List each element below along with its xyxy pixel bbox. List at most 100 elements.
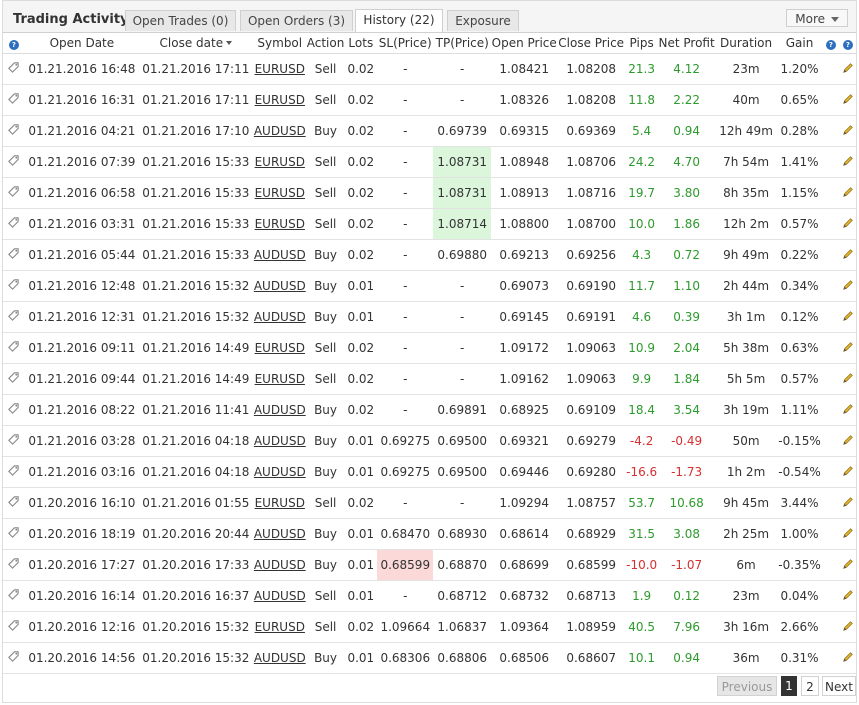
tag-icon[interactable] [7, 526, 20, 539]
previous-page-button[interactable]: Previous [717, 676, 777, 696]
col-close-price[interactable]: Close Price [557, 32, 626, 54]
cell-symbol[interactable]: AUDUSD [252, 549, 307, 581]
tag-icon[interactable] [7, 650, 20, 663]
col-tp-price[interactable]: TP(Price) [433, 32, 492, 54]
tag-icon[interactable] [7, 340, 20, 353]
tag-icon[interactable] [7, 309, 20, 322]
cell-symbol[interactable]: EURUSD [252, 84, 307, 116]
table-row[interactable]: 01.21.2016 03:31 01.21.2016 15:33 EURUSD Se… [3, 208, 856, 240]
cell-symbol[interactable]: EURUSD [252, 611, 307, 643]
edit-pencil-icon[interactable] [842, 62, 854, 74]
tag-icon[interactable] [7, 588, 20, 601]
table-row[interactable]: 01.21.2016 12:31 01.21.2016 15:32 AUDUSD Bu… [3, 301, 856, 333]
col-action[interactable]: Action [306, 32, 345, 54]
tag-icon[interactable] [7, 495, 20, 508]
edit-pencil-icon[interactable] [842, 558, 854, 570]
tab-exposure[interactable]: Exposure [447, 10, 519, 31]
tab-open-trades[interactable]: Open Trades (0) [125, 10, 236, 31]
table-row[interactable]: 01.21.2016 09:11 01.21.2016 14:49 EURUSD Se… [3, 332, 856, 364]
col-net-profit[interactable]: Net Profit [658, 32, 716, 54]
cell-symbol[interactable]: AUDUSD [252, 642, 307, 674]
col-sl-price[interactable]: SL(Price) [377, 32, 434, 54]
table-row[interactable]: 01.21.2016 07:39 01.21.2016 15:33 EURUSD Se… [3, 146, 856, 178]
next-page-button[interactable]: Next [822, 676, 856, 696]
tag-icon[interactable] [7, 185, 20, 198]
cell-symbol[interactable]: EURUSD [252, 146, 307, 178]
tag-icon[interactable] [7, 619, 20, 632]
tag-icon[interactable] [7, 433, 20, 446]
edit-pencil-icon[interactable] [842, 527, 854, 539]
tag-icon[interactable] [7, 216, 20, 229]
cell-symbol[interactable]: AUDUSD [252, 518, 307, 550]
tag-icon[interactable] [7, 123, 20, 136]
tag-icon[interactable] [7, 557, 20, 570]
cell-symbol[interactable]: AUDUSD [252, 239, 307, 271]
cell-symbol[interactable]: EURUSD [252, 177, 307, 209]
tag-icon[interactable] [7, 61, 20, 74]
more-dropdown[interactable]: More [786, 9, 848, 27]
tag-icon[interactable] [7, 278, 20, 291]
tab-history[interactable]: History (22) [355, 9, 443, 32]
help-icon[interactable]: ? [842, 39, 853, 50]
tab-open-orders[interactable]: Open Orders (3) [240, 10, 353, 31]
tag-icon[interactable] [7, 247, 20, 260]
tag-icon[interactable] [7, 371, 20, 384]
cell-symbol[interactable]: EURUSD [252, 332, 307, 364]
table-row[interactable]: 01.21.2016 16:31 01.21.2016 17:11 EURUSD Se… [3, 84, 856, 116]
help-icon[interactable]: ? [825, 39, 836, 50]
col-gain[interactable]: Gain [777, 32, 822, 54]
table-row[interactable]: 01.20.2016 16:14 01.20.2016 16:37 AUDUSD Se… [3, 580, 856, 612]
table-row[interactable]: 01.21.2016 03:28 01.21.2016 04:18 AUDUSD Bu… [3, 425, 856, 457]
table-row[interactable]: 01.21.2016 08:22 01.21.2016 11:41 AUDUSD Bu… [3, 394, 856, 426]
edit-pencil-icon[interactable] [842, 93, 854, 105]
cell-symbol[interactable]: AUDUSD [252, 270, 307, 302]
cell-symbol[interactable]: AUDUSD [252, 301, 307, 333]
tag-icon[interactable] [7, 402, 20, 415]
col-open-price[interactable]: Open Price [491, 32, 558, 54]
help-icon[interactable]: ? [8, 39, 19, 50]
table-row[interactable]: 01.20.2016 16:10 01.21.2016 01:55 EURUSD Se… [3, 487, 856, 519]
cell-symbol[interactable]: EURUSD [252, 487, 307, 519]
table-row[interactable]: 01.21.2016 03:16 01.21.2016 04:18 AUDUSD Bu… [3, 456, 856, 488]
edit-pencil-icon[interactable] [842, 186, 854, 198]
col-lots[interactable]: Lots [344, 32, 378, 54]
cell-symbol[interactable]: AUDUSD [252, 425, 307, 457]
page-2-button[interactable]: 2 [801, 676, 819, 696]
edit-pencil-icon[interactable] [842, 124, 854, 136]
edit-pencil-icon[interactable] [842, 310, 854, 322]
table-row[interactable]: 01.21.2016 04:21 01.21.2016 17:10 AUDUSD Bu… [3, 115, 856, 147]
edit-pencil-icon[interactable] [842, 217, 854, 229]
cell-symbol[interactable]: EURUSD [252, 53, 307, 85]
tag-icon[interactable] [7, 154, 20, 167]
edit-pencil-icon[interactable] [842, 434, 854, 446]
cell-symbol[interactable]: AUDUSD [252, 456, 307, 488]
edit-pencil-icon[interactable] [842, 248, 854, 260]
col-open-date[interactable]: Open Date [24, 32, 139, 54]
edit-pencil-icon[interactable] [842, 465, 854, 477]
table-row[interactable]: 01.20.2016 18:19 01.20.2016 20:44 AUDUSD Bu… [3, 518, 856, 550]
col-symbol[interactable]: Symbol [252, 32, 307, 54]
edit-pencil-icon[interactable] [842, 620, 854, 632]
col-duration[interactable]: Duration [715, 32, 778, 54]
table-row[interactable]: 01.21.2016 06:58 01.21.2016 15:33 EURUSD Se… [3, 177, 856, 209]
col-pips[interactable]: Pips [625, 32, 659, 54]
edit-pencil-icon[interactable] [842, 651, 854, 663]
cell-symbol[interactable]: AUDUSD [252, 394, 307, 426]
cell-symbol[interactable]: AUDUSD [252, 580, 307, 612]
table-row[interactable]: 01.21.2016 09:44 01.21.2016 14:49 EURUSD Se… [3, 363, 856, 395]
edit-pencil-icon[interactable] [842, 403, 854, 415]
edit-pencil-icon[interactable] [842, 496, 854, 508]
table-row[interactable]: 01.20.2016 14:56 01.20.2016 15:32 AUDUSD Bu… [3, 642, 856, 674]
cell-symbol[interactable]: EURUSD [252, 363, 307, 395]
edit-pencil-icon[interactable] [842, 341, 854, 353]
cell-symbol[interactable]: AUDUSD [252, 115, 307, 147]
page-1-button[interactable]: 1 [781, 676, 797, 696]
table-row[interactable]: 01.21.2016 12:48 01.21.2016 15:32 AUDUSD Bu… [3, 270, 856, 302]
edit-pencil-icon[interactable] [842, 155, 854, 167]
edit-pencil-icon[interactable] [842, 589, 854, 601]
table-row[interactable]: 01.21.2016 05:44 01.21.2016 15:33 AUDUSD Bu… [3, 239, 856, 271]
table-row[interactable]: 01.20.2016 17:27 01.20.2016 17:33 AUDUSD Bu… [3, 549, 856, 581]
edit-pencil-icon[interactable] [842, 279, 854, 291]
table-row[interactable]: 01.20.2016 12:16 01.20.2016 15:32 EURUSD Se… [3, 611, 856, 643]
cell-symbol[interactable]: EURUSD [252, 208, 307, 240]
